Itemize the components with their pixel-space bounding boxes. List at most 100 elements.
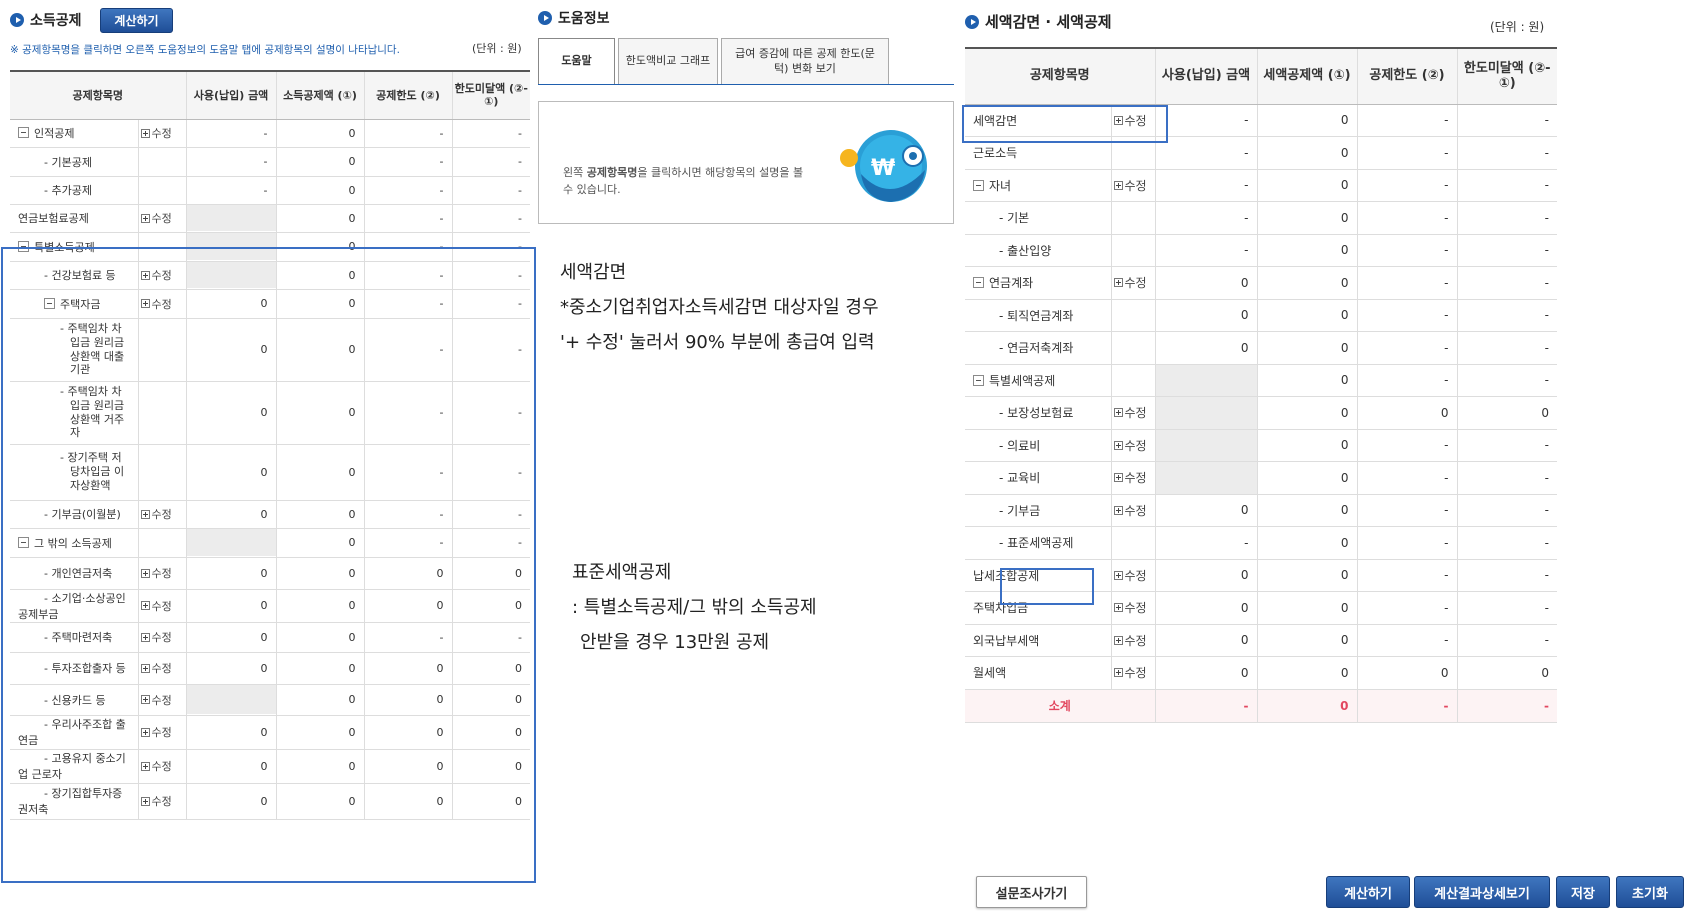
tax-row: - 의료비 수정 0 - - bbox=[965, 429, 1557, 462]
item-name[interactable]: - 표준세액공제 bbox=[999, 536, 1073, 550]
item-name-cell[interactable]: 자녀 bbox=[965, 169, 1111, 202]
item-name-cell[interactable]: 연금계좌 bbox=[965, 266, 1111, 300]
short-value: - bbox=[1544, 373, 1549, 387]
item-name-cell[interactable]: 외국납부세액 bbox=[965, 624, 1111, 657]
edit-cell: 수정 bbox=[1110, 656, 1155, 690]
short-value: - bbox=[1544, 340, 1549, 355]
collapse-toggle-icon[interactable] bbox=[18, 127, 29, 138]
item-name[interactable]: 인적공제 bbox=[34, 127, 74, 140]
item-name[interactable]: - 퇴직연금계좌 bbox=[999, 309, 1073, 323]
limit-value: - bbox=[1444, 210, 1449, 225]
income-row: 인적공제 수정 - 0 - - bbox=[10, 119, 531, 148]
edit-label: 수정 bbox=[1124, 666, 1147, 680]
limit-value: - bbox=[1444, 275, 1449, 290]
tab-threshold-change[interactable]: 급여 증감에 따른 공제 한도(문턱) 변화 보기 bbox=[721, 38, 889, 84]
calc-button[interactable]: 계산하기 bbox=[1326, 876, 1410, 908]
item-name-cell[interactable]: - 퇴직연금계좌 bbox=[965, 299, 1111, 332]
edit-button[interactable]: 수정 bbox=[1113, 632, 1147, 649]
edit-label: 수정 bbox=[1124, 601, 1147, 615]
short-cell: - bbox=[1456, 526, 1557, 560]
limit-value: - bbox=[1444, 113, 1449, 127]
edit-button[interactable]: 수정 bbox=[1113, 599, 1147, 616]
plus-box-icon bbox=[140, 128, 150, 138]
item-name[interactable]: 자녀 bbox=[989, 179, 1011, 193]
used-amount-cell: - bbox=[185, 176, 277, 205]
edit-button[interactable]: 수정 bbox=[1113, 177, 1147, 194]
tab-limit-graph[interactable]: 한도액비교 그래프 bbox=[618, 38, 718, 84]
tax-row: 특별세액공제 0 - - bbox=[965, 364, 1557, 397]
edit-button[interactable]: 수정 bbox=[140, 125, 172, 141]
item-name-cell[interactable]: - 보장성보험료 bbox=[965, 396, 1111, 430]
collapse-toggle-icon[interactable] bbox=[973, 179, 984, 191]
edit-button[interactable]: 수정 bbox=[1113, 437, 1147, 454]
short-cell: - bbox=[451, 147, 531, 177]
item-name[interactable]: 월세액 bbox=[973, 666, 1006, 680]
item-name[interactable]: 근로소득 bbox=[973, 146, 1017, 160]
calc-detail-button[interactable]: 계산결과상세보기 bbox=[1414, 876, 1550, 908]
edit-button[interactable]: 수정 bbox=[1113, 502, 1147, 519]
deduct-cell: 0 bbox=[1256, 526, 1357, 560]
item-name[interactable]: - 연금저축계좌 bbox=[999, 341, 1073, 355]
item-name-cell[interactable]: - 기본공제 bbox=[10, 147, 138, 177]
standard-credit-highlight-box bbox=[1000, 568, 1094, 605]
collapse-toggle-icon[interactable] bbox=[973, 374, 984, 386]
item-name[interactable]: - 기부금 bbox=[999, 504, 1040, 518]
used-amount-cell: - bbox=[1154, 104, 1257, 137]
item-name-cell[interactable]: - 연금저축계좌 bbox=[965, 331, 1111, 365]
used-amount-cell: 0 bbox=[1154, 591, 1257, 625]
reset-button[interactable]: 초기화 bbox=[1616, 876, 1684, 908]
plus-box-icon bbox=[1113, 473, 1123, 482]
used-amount: - bbox=[1244, 145, 1249, 160]
income-calc-button[interactable]: 계산하기 bbox=[100, 8, 173, 33]
item-name[interactable]: - 의료비 bbox=[999, 439, 1040, 453]
item-name-cell[interactable]: - 표준세액공제 bbox=[965, 526, 1111, 560]
item-name[interactable]: - 보장성보험료 bbox=[999, 406, 1073, 420]
deduct-cell: 0 bbox=[1256, 364, 1357, 397]
limit-value: - bbox=[1444, 535, 1449, 550]
short-value: - bbox=[518, 126, 523, 140]
limit-value: - bbox=[1444, 633, 1449, 647]
item-name[interactable]: - 교육비 bbox=[999, 471, 1040, 485]
edit-button[interactable]: 수정 bbox=[1113, 664, 1147, 681]
item-name-cell[interactable]: - 추가공제 bbox=[10, 176, 138, 205]
note-a-line1: *중소기업취업자소득세감면 대상자일 경우 bbox=[560, 297, 879, 318]
used-amount-cell: - bbox=[1154, 234, 1257, 267]
item-name-cell[interactable]: - 출산입양 bbox=[965, 234, 1111, 267]
item-name-cell[interactable]: 월세액 bbox=[965, 656, 1111, 690]
edit-button[interactable]: 수정 bbox=[1113, 404, 1147, 421]
item-name[interactable]: - 출산입양 bbox=[999, 244, 1051, 258]
edit-button[interactable]: 수정 bbox=[1113, 567, 1147, 584]
item-name-cell[interactable]: 연금보험료공제 bbox=[10, 204, 138, 233]
edit-button[interactable]: 수정 bbox=[140, 210, 172, 226]
item-name[interactable]: 외국납부세액 bbox=[973, 634, 1039, 648]
item-name-cell[interactable]: - 기부금 bbox=[965, 494, 1111, 527]
item-name[interactable]: 연금계좌 bbox=[989, 276, 1033, 290]
tax-row: 외국납부세액 수정 0 0 - - bbox=[965, 624, 1557, 657]
limit-cell: - bbox=[1356, 624, 1457, 657]
limit-value: - bbox=[1444, 373, 1449, 387]
deduct-cell: 0 bbox=[1256, 331, 1357, 365]
short-value: - bbox=[1544, 503, 1549, 517]
item-name[interactable]: 특별세액공제 bbox=[989, 374, 1055, 388]
item-name[interactable]: 연금보험료공제 bbox=[18, 212, 89, 225]
item-name[interactable]: - 추가공제 bbox=[44, 184, 92, 197]
item-name[interactable]: - 기본공제 bbox=[44, 156, 92, 169]
item-name-cell[interactable]: 특별세액공제 bbox=[965, 364, 1111, 397]
used-amount-cell bbox=[1154, 364, 1257, 397]
note-tax-reduction: 세액감면 *중소기업취업자소득세감면 대상자일 경우 '+ 수정' 눌러서 90… bbox=[560, 255, 879, 360]
item-name[interactable]: - 기본 bbox=[999, 211, 1029, 225]
item-name-cell[interactable]: - 의료비 bbox=[965, 429, 1111, 462]
item-name-holder: - 기부금 bbox=[973, 504, 1040, 518]
edit-cell: 수정 bbox=[1110, 591, 1155, 625]
item-name-cell[interactable]: - 교육비 bbox=[965, 461, 1111, 495]
tab-help[interactable]: 도움말 bbox=[538, 38, 615, 84]
limit-value: - bbox=[1444, 308, 1449, 322]
edit-button[interactable]: 수정 bbox=[1113, 469, 1147, 486]
item-name-cell[interactable]: - 기본 bbox=[965, 201, 1111, 235]
collapse-toggle-icon[interactable] bbox=[973, 277, 984, 288]
save-button[interactable]: 저장 bbox=[1556, 876, 1610, 908]
item-name-cell[interactable]: 인적공제 bbox=[10, 119, 138, 148]
survey-button[interactable]: 설문조사가기 bbox=[976, 876, 1087, 908]
limit-cell: - bbox=[1356, 136, 1457, 170]
edit-button[interactable]: 수정 bbox=[1113, 274, 1147, 291]
